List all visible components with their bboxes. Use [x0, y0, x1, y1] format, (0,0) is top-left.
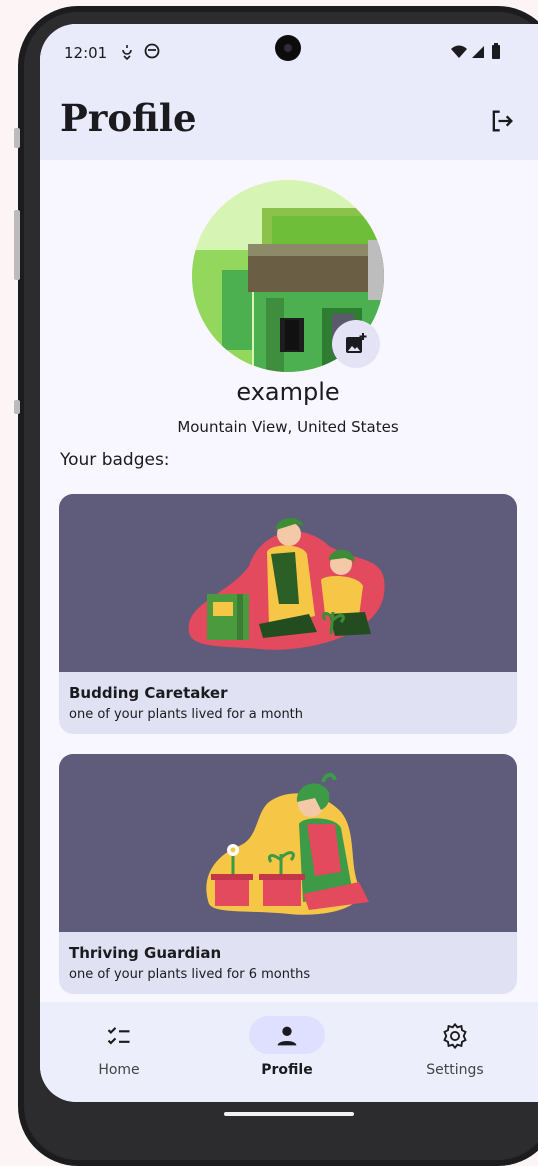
badge-card[interactable]: Thriving Guardian one of your plants liv…: [59, 754, 517, 994]
badge-name: Thriving Guardian: [69, 944, 222, 962]
gardener-illustration: [206, 773, 369, 915]
dnd-icon: [122, 45, 132, 60]
face-icon: [144, 43, 160, 59]
app-screen: 12:01 Profile example Mountain View, Uni…: [40, 24, 538, 1102]
badge-illustration: [59, 494, 517, 672]
phone-power-button: [14, 400, 20, 414]
location: Mountain View, United States: [177, 418, 399, 436]
page-title: Profile: [60, 96, 197, 140]
bottom-navigation: Home Profile Settings: [40, 1002, 538, 1102]
logout-icon[interactable]: [488, 107, 516, 135]
nav-label-settings: Settings: [426, 1062, 484, 1078]
add-photo-icon: [346, 333, 367, 353]
gesture-handle[interactable]: [224, 1112, 354, 1116]
nav-item-profile[interactable]: Profile: [212, 1002, 362, 1102]
signal-icon: [472, 46, 484, 58]
badge-name: Budding Caretaker: [69, 684, 228, 702]
gear-icon: [443, 1022, 467, 1050]
nav-label-home: Home: [98, 1062, 140, 1078]
badge-illustration: [59, 754, 517, 932]
badge-description: one of your plants lived for 6 months: [69, 967, 311, 982]
front-camera: [275, 35, 301, 61]
person-icon: [277, 1026, 297, 1046]
battery-icon: [492, 43, 500, 59]
username: example: [236, 378, 340, 406]
caretakers-illustration: [188, 517, 385, 650]
wifi-icon: [451, 45, 467, 58]
status-bar: 12:01: [40, 24, 538, 82]
profile-content[interactable]: example Mountain View, United States You…: [40, 160, 538, 1002]
checklist-icon: [107, 1027, 130, 1045]
add-photo-button[interactable]: [332, 320, 380, 368]
top-app-bar: Profile: [40, 82, 538, 160]
phone-side-button: [14, 128, 20, 148]
phone-volume-button: [14, 210, 20, 280]
status-time: 12:01: [64, 44, 108, 62]
nav-item-home[interactable]: Home: [44, 1002, 194, 1102]
nav-label-profile: Profile: [261, 1062, 313, 1078]
badges-heading: Your badges:: [60, 450, 170, 470]
badge-card[interactable]: Budding Caretaker one of your plants liv…: [59, 494, 517, 734]
badge-description: one of your plants lived for a month: [69, 707, 304, 722]
nav-item-settings[interactable]: Settings: [380, 1002, 530, 1102]
